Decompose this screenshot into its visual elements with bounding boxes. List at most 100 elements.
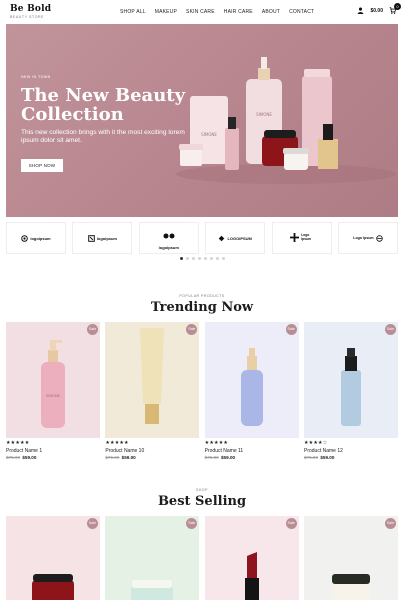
partner-logo[interactable]: logoipsum xyxy=(72,222,133,254)
cart-button[interactable]: 0 xyxy=(389,3,401,14)
product-name[interactable]: Product Name 1 xyxy=(6,448,100,454)
sale-badge: Sale xyxy=(87,324,98,335)
product-card[interactable]: Sale ★★★★★ Product Name 11 $75.00 $59.00 xyxy=(204,322,299,460)
logoipsum-icon xyxy=(21,229,29,247)
brand-logos-strip: logoipsum logoipsum logoipsum LOGOIPSUM … xyxy=(6,222,398,254)
nav-about[interactable]: ABOUT xyxy=(262,9,280,15)
logo-label: logoipsum xyxy=(158,245,179,250)
carousel-dot[interactable] xyxy=(185,257,189,260)
cart-total[interactable]: $0.00 xyxy=(370,8,383,14)
product-price: $75.00 $59.00 xyxy=(205,455,299,460)
carousel-dots xyxy=(0,257,404,260)
product-card[interactable]: Sale ★★★★★ Product Name 10 $75.00 $59.00 xyxy=(105,322,200,460)
pump-bottle-icon: SIMONE xyxy=(41,340,65,428)
jar-icon xyxy=(32,574,74,600)
main-nav: SHOP ALL MAKEUP SKIN CARE HAIR CARE ABOU… xyxy=(120,9,314,15)
rating-stars: ★★★★★ xyxy=(204,440,229,446)
bestselling-title: Best Selling xyxy=(157,494,247,509)
sale-badge: Sale xyxy=(285,324,297,335)
nav-contact[interactable]: CONTACT xyxy=(289,9,314,15)
cart-count-badge: 0 xyxy=(394,3,401,10)
old-price: $75.00 xyxy=(303,455,319,460)
product-card[interactable]: SIMONE Sale ★★★★★ Product Name 1 $75.00 … xyxy=(6,322,100,460)
sale-price: $59.00 xyxy=(22,455,37,460)
product-card[interactable]: Sale xyxy=(204,516,299,600)
product-image[interactable]: Sale xyxy=(303,516,398,600)
rating-stars: ★★★★☆ xyxy=(303,440,328,446)
sale-badge: Sale xyxy=(384,324,396,335)
product-card[interactable]: Sale ★★★★☆ Product Name 12 $75.00 $59.00 xyxy=(303,322,398,460)
logo-label: logoipsum xyxy=(96,235,117,241)
trending-title: Trending Now xyxy=(150,300,254,315)
tube-icon xyxy=(140,328,165,424)
product-price: $75.00 $59.00 xyxy=(304,455,398,460)
product-image[interactable]: Sale xyxy=(105,322,200,438)
rating-stars: ★★★★★ xyxy=(105,440,129,446)
product-image[interactable]: Sale xyxy=(303,322,398,438)
brand-tagline: BEAUTY STORE xyxy=(10,15,45,19)
partner-logo[interactable]: Logo Ipsum xyxy=(337,222,398,254)
carousel-dot[interactable] xyxy=(215,257,219,260)
product-name[interactable]: Product Name 11 xyxy=(205,448,299,454)
brand-logo[interactable]: Be Bold BEAUTY STORE xyxy=(10,4,52,20)
old-price: $75.00 xyxy=(204,455,219,460)
trending-grid: SIMONE Sale ★★★★★ Product Name 1 $75.00 … xyxy=(6,322,398,460)
carousel-dot[interactable] xyxy=(179,257,183,260)
product-price: $75.00 $59.00 xyxy=(105,455,199,460)
product-image[interactable]: Sale xyxy=(204,516,299,600)
hero-eyebrow: NEW IN TOWN xyxy=(21,75,51,79)
product-image[interactable]: Sale xyxy=(105,516,200,600)
svg-text:SIMONE: SIMONE xyxy=(46,394,60,398)
product-name[interactable]: Product Name 12 xyxy=(304,448,398,454)
product-name[interactable]: Product Name 10 xyxy=(105,448,199,454)
sale-price: $59.00 xyxy=(121,455,136,460)
logoipsum-icon xyxy=(218,229,225,247)
product-card[interactable]: Sale xyxy=(105,516,200,600)
product-card[interactable]: Sale xyxy=(303,516,398,600)
logo-label: Logo Ipsum xyxy=(353,236,374,240)
carousel-dot[interactable] xyxy=(221,257,225,260)
product-card[interactable]: Sale xyxy=(6,516,100,600)
product-image[interactable]: Sale xyxy=(204,322,299,438)
site-header: Be Bold BEAUTY STORE SHOP ALL MAKEUP SKI… xyxy=(0,0,404,24)
nav-shop-all[interactable]: SHOP ALL xyxy=(120,9,146,15)
bestselling-eyebrow: SHOP xyxy=(196,488,208,492)
hero-product-image: SIMONE SIMONE xyxy=(176,57,396,184)
product-image[interactable]: Sale xyxy=(6,516,100,600)
rating-stars: ★★★★★ xyxy=(6,440,30,446)
sale-price: $59.00 xyxy=(221,455,236,460)
product-image[interactable]: SIMONE Sale xyxy=(6,322,100,438)
jar-icon xyxy=(331,574,370,600)
sale-badge: Sale xyxy=(384,518,396,529)
nav-makeup[interactable]: MAKEUP xyxy=(155,9,177,15)
old-price: $75.00 xyxy=(6,455,21,460)
partner-logo[interactable]: logoipsum xyxy=(6,222,66,254)
carousel-dot[interactable] xyxy=(203,257,207,260)
logoipsum-icon xyxy=(87,229,95,247)
logo-label: Logo Ipsum xyxy=(301,233,312,241)
sale-badge: Sale xyxy=(87,518,98,529)
logo-label: logoipsum xyxy=(30,235,51,241)
shop-now-button[interactable]: SHOP NOW xyxy=(21,159,63,172)
logoipsum-icon xyxy=(375,229,383,247)
carousel-dot[interactable] xyxy=(209,257,213,260)
product-price: $75.00 $59.00 xyxy=(6,455,100,460)
nav-hair-care[interactable]: HAIR CARE xyxy=(224,9,253,15)
hero-banner: NEW IN TOWN The New Beauty Collection Th… xyxy=(6,24,398,217)
logoipsum-icon xyxy=(290,229,300,247)
logo-label: LOGOIPSUM xyxy=(227,235,252,241)
partner-logo[interactable]: logoipsum xyxy=(138,222,199,254)
trending-eyebrow: POPULAR PRODUCTS xyxy=(179,294,225,298)
sale-badge: Sale xyxy=(285,518,297,529)
carousel-dot[interactable] xyxy=(191,257,195,260)
partner-logo[interactable]: Logo Ipsum xyxy=(271,222,332,254)
nav-skin-care[interactable]: SKIN CARE xyxy=(186,9,215,15)
svg-text:SIMONE: SIMONE xyxy=(201,132,217,137)
old-price: $75.00 xyxy=(105,455,120,460)
brand-name: Be Bold xyxy=(10,4,52,14)
user-icon[interactable] xyxy=(357,7,364,14)
carousel-dot[interactable] xyxy=(197,257,201,260)
bottle-icon xyxy=(240,348,263,426)
logoipsum-icon xyxy=(163,226,175,244)
partner-logo[interactable]: LOGOIPSUM xyxy=(205,222,266,254)
